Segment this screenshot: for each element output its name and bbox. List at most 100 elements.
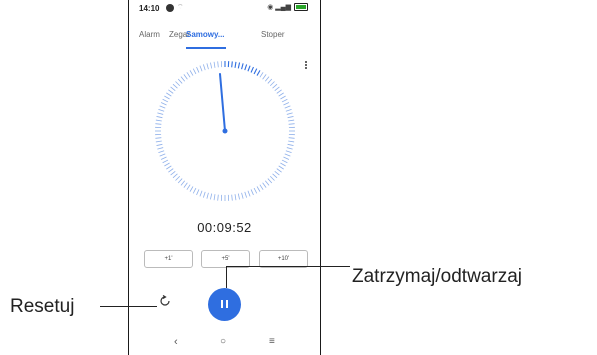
dial-tick (210, 62, 213, 69)
dial-tick (288, 137, 295, 139)
callout-line-pause-vertical (226, 266, 227, 288)
dial-tick (199, 65, 203, 72)
dial-tick (247, 190, 251, 197)
dial-tick (274, 86, 280, 92)
dial-tick (286, 112, 293, 115)
dial-tick (168, 89, 174, 94)
dial-tick (231, 61, 233, 68)
pause-icon (221, 300, 223, 308)
timer-display: 00:09:52 (197, 220, 252, 235)
dial-tick (206, 63, 209, 70)
dial-tick (159, 153, 166, 157)
dial-tick (210, 193, 213, 200)
dial-tick (250, 189, 254, 196)
home-icon[interactable]: ○ (220, 336, 226, 347)
dial-tick (278, 165, 284, 170)
dial-tick (157, 112, 164, 115)
dial-tick (244, 64, 248, 71)
dial-tick (172, 83, 178, 89)
dial-tick (283, 156, 290, 160)
dial-tick (177, 178, 183, 184)
dial-tick (280, 95, 286, 100)
dial-tick (155, 123, 162, 125)
dial-tick (272, 173, 278, 179)
dial-tick (234, 194, 237, 201)
dial-tick (269, 175, 275, 181)
dial-tick (283, 102, 290, 106)
dial-tick (172, 173, 178, 179)
back-icon[interactable]: ‹ (174, 336, 178, 348)
pause-play-button[interactable] (208, 288, 241, 321)
dial-tick (285, 108, 292, 112)
callout-reset: Resetuj (10, 296, 75, 317)
pause-icon-bar (226, 300, 228, 308)
dial-tick (241, 192, 244, 199)
dial-tick (192, 68, 197, 75)
dial-tick (274, 170, 280, 176)
dial-tick (231, 194, 233, 201)
dial-tick (269, 81, 275, 87)
dial-tick (288, 119, 295, 122)
dial-tick (276, 89, 282, 94)
dial-tick (156, 116, 163, 119)
dial-tick (192, 187, 197, 194)
dial-tick (256, 186, 261, 192)
dial-tick (202, 64, 206, 71)
dial-tick (237, 62, 241, 69)
dial-tick (288, 123, 295, 125)
dial-tick (157, 147, 164, 150)
dial-tick (175, 175, 181, 181)
dial-tick (202, 191, 206, 198)
dial-tick (285, 150, 292, 154)
dial-tick (284, 153, 291, 157)
reset-icon[interactable] (159, 295, 171, 307)
dial-tick (186, 184, 191, 190)
dial-tick (244, 191, 248, 198)
navigation-bar: ‹ ○ ≡ (129, 330, 320, 355)
dial-tick (186, 72, 191, 78)
dial-tick (183, 182, 188, 188)
dial-tick (284, 105, 291, 109)
dial-tick (267, 178, 273, 184)
dial-tick (237, 193, 240, 200)
dial-tick (162, 98, 169, 103)
dial-tick (253, 68, 258, 75)
add-1-minute-button[interactable]: +1' (144, 250, 193, 268)
dial-center (222, 128, 228, 134)
dial-tick (217, 194, 219, 201)
dial-tick (175, 81, 181, 87)
dial-tick (281, 159, 288, 164)
dial-tick (164, 162, 170, 167)
dial-tick (189, 186, 194, 192)
dial-tick (241, 63, 244, 70)
recents-icon[interactable]: ≡ (269, 336, 275, 347)
dial-tick (199, 190, 203, 197)
dial-tick (177, 78, 183, 84)
dial-tick (164, 95, 170, 100)
dial-tick (287, 116, 294, 119)
dial-tick (166, 165, 172, 170)
dial-tick (247, 65, 251, 72)
dial-hand (219, 73, 226, 132)
dial-tick (262, 182, 267, 188)
dial-tick (264, 76, 270, 82)
dial-tick (262, 74, 267, 80)
dial-tick (180, 180, 186, 186)
dial-tick (180, 76, 186, 82)
dial-tick (156, 143, 163, 146)
dial-tick (155, 137, 162, 139)
dial-tick (272, 83, 278, 89)
dial-tick (168, 168, 174, 173)
dial-tick (213, 61, 216, 68)
dial-tick (288, 140, 295, 143)
dial-tick (206, 192, 209, 199)
callout-line-pause (226, 266, 350, 267)
dial-tick (155, 119, 162, 122)
dial-tick (281, 98, 288, 103)
dial-tick (189, 70, 194, 76)
dial-tick (264, 180, 270, 186)
dial-tick (196, 66, 200, 73)
callout-line-reset (100, 306, 157, 307)
dial-tick (267, 78, 273, 84)
dial-tick (158, 108, 165, 112)
